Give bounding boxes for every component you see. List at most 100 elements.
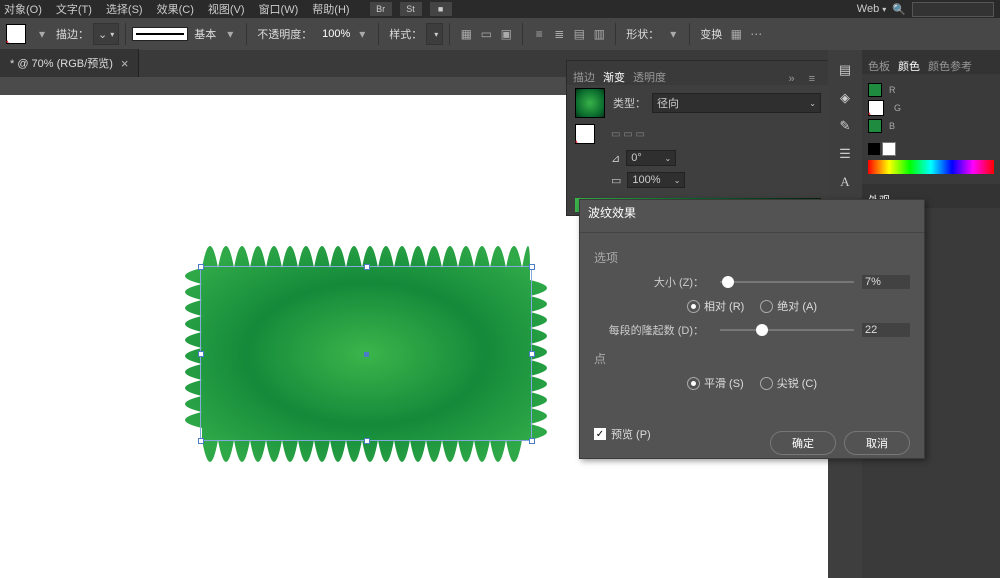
gradient-type-dropdown[interactable]: 径向⌄ — [652, 93, 821, 113]
dialog-title[interactable]: 波纹效果 — [580, 200, 924, 233]
more-icon[interactable]: ⋯ — [747, 25, 765, 43]
sel-handle[interactable] — [529, 438, 535, 444]
sel-handle[interactable] — [364, 264, 370, 270]
search-icon[interactable]: 🔍 — [892, 3, 906, 16]
search-input[interactable] — [912, 2, 994, 17]
stroke-label: 描边： — [56, 26, 89, 42]
radio-absolute[interactable]: 绝对 (A) — [760, 298, 817, 314]
menu-view[interactable]: 视图(V) — [208, 1, 245, 17]
menu-effect[interactable]: 效果(C) — [157, 1, 194, 17]
close-tab-icon[interactable]: × — [121, 56, 129, 71]
angle-input[interactable]: 0°⌄ — [626, 150, 676, 166]
gradient-panel: 描边 渐变 透明度 » ≡ 类型： 径向⌄ ▭ ▭ ▭ ⊿ 0°⌄ ▭ 100%… — [566, 60, 830, 216]
center-point-icon — [364, 352, 369, 357]
opacity-value[interactable]: 100% — [316, 28, 350, 40]
stroke-align-icons[interactable]: ▭ ▭ ▭ — [611, 129, 645, 140]
dist3-icon[interactable]: ▤ — [570, 25, 588, 43]
black-chip[interactable] — [868, 143, 880, 155]
fill-chip[interactable] — [868, 83, 882, 97]
basic-dropdown-icon[interactable]: ▾ — [221, 25, 239, 43]
topright: Web ▾ 🔍 — [851, 0, 994, 18]
symbols-icon[interactable]: ☰ — [834, 143, 856, 165]
gradient-preview-swatch[interactable] — [575, 88, 605, 118]
menu-object[interactable]: 对象(O) — [4, 1, 42, 17]
workspace-dropdown[interactable]: Web ▾ — [851, 3, 893, 15]
bridge-icon[interactable]: Br — [370, 2, 392, 16]
ratio-icon: ▭ — [611, 174, 621, 187]
opacity-dropdown-icon[interactable]: ▾ — [353, 25, 371, 43]
preview-checkbox[interactable]: ✓预览 (P) — [594, 426, 651, 442]
gradient-type-label: 类型： — [613, 95, 646, 111]
g-label: G — [894, 103, 904, 113]
cancel-button[interactable]: 取消 — [844, 431, 910, 455]
fill-swatch[interactable] — [6, 24, 26, 44]
stroke-swatch[interactable] — [575, 124, 595, 144]
zigzag-dialog: 波纹效果 选项 大小 (Z)： 7% 相对 (R) 绝对 (A) 每段的隆起数 … — [579, 199, 925, 459]
ok-button[interactable]: 确定 — [770, 431, 836, 455]
properties-icon[interactable]: ▤ — [834, 59, 856, 81]
document-tab-title: * @ 70% (RGB/预览) — [10, 55, 113, 71]
transform-icon[interactable]: ▦ — [727, 25, 745, 43]
shape-dropdown-icon[interactable]: ▾ — [664, 25, 682, 43]
extra-chip[interactable] — [868, 119, 882, 133]
menu-type[interactable]: 文字(T) — [56, 1, 92, 17]
align-icon[interactable]: ▦ — [457, 25, 475, 43]
ridges-label: 每段的隆起数 (D)： — [594, 322, 704, 338]
dist4-icon[interactable]: ▥ — [590, 25, 608, 43]
stroke-segment-preview[interactable] — [132, 27, 188, 41]
type-icon[interactable]: A — [834, 171, 856, 193]
fill-dropdown-icon[interactable]: ▾ — [33, 25, 51, 43]
sel-handle[interactable] — [198, 351, 204, 357]
ratio-input[interactable]: 100%⌄ — [627, 172, 685, 188]
sel-handle[interactable] — [529, 351, 535, 357]
sel-handle[interactable] — [364, 438, 370, 444]
align3-icon[interactable]: ▣ — [497, 25, 515, 43]
panel-more-icon[interactable]: » — [788, 73, 794, 85]
ridges-slider[interactable] — [720, 329, 854, 331]
size-label: 大小 (Z)： — [594, 274, 704, 290]
document-tab[interactable]: * @ 70% (RGB/预览) × — [0, 49, 139, 77]
transform-label: 变换 — [700, 26, 722, 42]
tab-stroke[interactable]: 描边 — [573, 69, 595, 85]
radio-corner[interactable]: 尖锐 (C) — [760, 375, 817, 391]
size-value[interactable]: 7% — [862, 275, 910, 289]
points-group-label: 点 — [594, 350, 910, 367]
white-chip[interactable] — [882, 142, 896, 156]
ridges-value[interactable]: 22 — [862, 323, 910, 337]
sel-handle[interactable] — [198, 438, 204, 444]
arrange-icon[interactable]: ■ — [430, 2, 452, 16]
menu-select[interactable]: 选择(S) — [106, 1, 143, 17]
radio-relative[interactable]: 相对 (R) — [687, 298, 744, 314]
dist1-icon[interactable]: ≡ — [530, 25, 548, 43]
sel-handle[interactable] — [198, 264, 204, 270]
selected-shape[interactable] — [172, 218, 560, 490]
panel-menu-icon[interactable]: ≡ — [809, 73, 815, 85]
align2-icon[interactable]: ▭ — [477, 25, 495, 43]
sel-handle[interactable] — [529, 264, 535, 270]
tab-transparency[interactable]: 透明度 — [633, 69, 666, 85]
options-bar: ▾ 描边： ⌄▾ 基本 ▾ 不透明度： 100% ▾ 样式： ▾ ▦ ▭ ▣ ≡… — [0, 18, 1000, 50]
basic-label: 基本 — [194, 26, 216, 42]
stroke-weight-dropdown[interactable]: ⌄▾ — [93, 23, 119, 45]
tab-color[interactable]: 颜色 — [898, 58, 920, 74]
tab-swatches[interactable]: 色板 — [868, 58, 890, 74]
radio-smooth[interactable]: 平滑 (S) — [687, 375, 744, 391]
libraries-icon[interactable]: ◈ — [834, 87, 856, 109]
spectrum-bar[interactable] — [868, 160, 994, 174]
b-label: B — [889, 121, 899, 131]
style-label: 样式： — [389, 26, 422, 42]
angle-icon: ⊿ — [611, 152, 620, 165]
opacity-label: 不透明度： — [257, 26, 312, 42]
menu-help[interactable]: 帮助(H) — [312, 1, 349, 17]
options-group-label: 选项 — [594, 249, 910, 266]
menu-window[interactable]: 窗口(W) — [259, 1, 299, 17]
brushes-icon[interactable]: ✎ — [834, 115, 856, 137]
tab-gradient[interactable]: 渐变 — [603, 69, 625, 85]
size-slider[interactable] — [720, 281, 854, 283]
tab-colorguide[interactable]: 颜色参考 — [928, 58, 972, 74]
stock-icon[interactable]: St — [400, 2, 422, 16]
stroke-chip[interactable] — [868, 100, 884, 116]
shape-label: 形状： — [626, 26, 659, 42]
style-dropdown[interactable]: ▾ — [426, 23, 443, 45]
dist2-icon[interactable]: ≣ — [550, 25, 568, 43]
